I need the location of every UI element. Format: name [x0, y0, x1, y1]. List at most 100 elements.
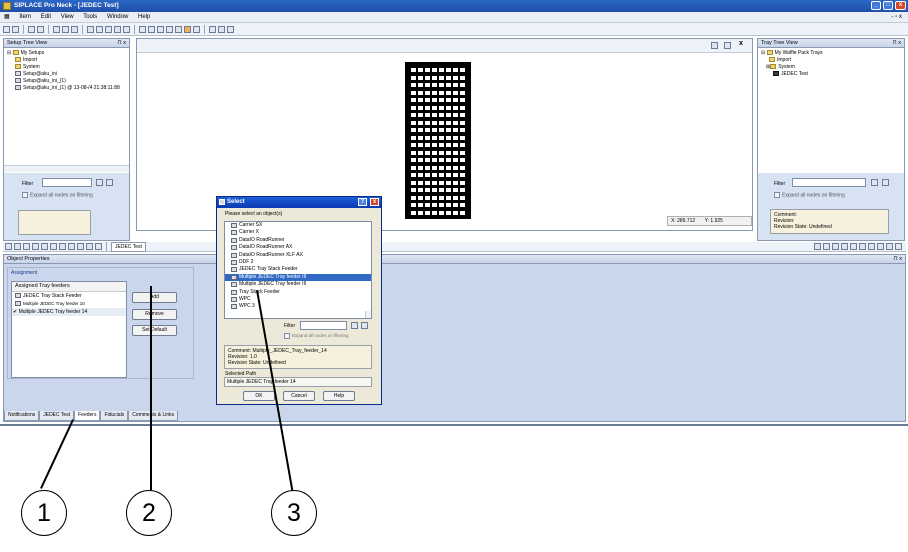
zoom-in-icon[interactable] — [139, 25, 146, 33]
vertical-scrollbar[interactable] — [365, 310, 371, 318]
menu-item[interactable]: Tools — [79, 12, 101, 23]
tool-icon[interactable] — [123, 25, 130, 33]
horizontal-scrollbar[interactable] — [4, 165, 129, 172]
zoom-window-icon[interactable] — [166, 25, 173, 33]
filter-apply-icon[interactable] — [351, 322, 358, 329]
menu-item[interactable]: Help — [134, 12, 154, 23]
edit-icon[interactable] — [28, 25, 35, 33]
tool-icon[interactable] — [814, 243, 821, 250]
tool-icon[interactable] — [32, 243, 39, 250]
pin-close-icon[interactable]: ⊓ x — [117, 39, 126, 48]
zoom-out-icon[interactable] — [148, 25, 155, 33]
tool-icon[interactable] — [14, 243, 21, 250]
select-icon[interactable] — [184, 25, 191, 33]
tool-icon[interactable] — [23, 243, 30, 250]
tree-item[interactable]: System — [7, 64, 126, 71]
zoom-fit-icon[interactable] — [157, 25, 164, 33]
tool-icon[interactable] — [41, 243, 48, 250]
open-icon[interactable] — [12, 25, 19, 33]
maximize-button[interactable]: □ — [883, 1, 893, 10]
list-item[interactable]: Multiple JEDEC Tray feeder 10 — [12, 300, 126, 308]
filter-clear-icon[interactable] — [882, 179, 889, 186]
tool-icon[interactable] — [886, 243, 893, 250]
close-icon[interactable]: x — [370, 198, 379, 206]
pencil-icon[interactable] — [37, 25, 44, 33]
filter-clear-icon[interactable] — [106, 179, 113, 186]
tool-icon[interactable] — [68, 243, 75, 250]
pin-close-icon[interactable]: ⊓ x — [892, 39, 901, 48]
filter-apply-icon[interactable] — [871, 179, 878, 186]
filter-input[interactable] — [300, 321, 347, 330]
close-icon[interactable]: x — [739, 40, 743, 47]
tool-icon[interactable] — [850, 243, 857, 250]
copy-icon[interactable] — [71, 25, 78, 33]
document-tab[interactable]: JEDEC Test — [111, 241, 146, 252]
tool-icon[interactable] — [86, 243, 93, 250]
undo-icon[interactable] — [53, 25, 60, 33]
list-item[interactable]: Carrier X — [225, 229, 371, 236]
menu-item[interactable]: Window — [103, 12, 132, 23]
tool-icon[interactable] — [895, 243, 902, 250]
list-item-selected[interactable]: Multiple JEDEC Tray feeder III — [225, 273, 371, 282]
tree-item[interactable]: Import — [7, 57, 126, 64]
print-icon[interactable] — [209, 25, 216, 33]
tool-icon[interactable] — [5, 243, 12, 250]
tab-comments-links[interactable]: Comments & Links — [128, 411, 179, 421]
tool-icon[interactable] — [859, 243, 866, 250]
tool-icon[interactable] — [868, 243, 875, 250]
filter-input[interactable] — [792, 178, 866, 187]
list-item[interactable]: DataIO RoadRunner — [225, 237, 371, 244]
tool-icon[interactable] — [841, 243, 848, 250]
tree-item[interactable]: Setup@aku_ini — [7, 71, 126, 78]
list-item[interactable]: JEDEC Tray Stack Feeder — [12, 292, 126, 300]
list-item[interactable]: ✔ Multiple JEDEC Tray feeder 14 — [12, 308, 126, 316]
ok-button[interactable]: OK — [243, 391, 275, 401]
list-item[interactable]: DDF 2 — [225, 259, 371, 266]
zoom-icon[interactable] — [711, 42, 718, 49]
list-item[interactable]: JEDEC Tray Stack Feeder — [225, 266, 371, 273]
expand-checkbox[interactable]: Expand all nodes on filtering — [774, 192, 845, 198]
remove-button[interactable]: Remove — [132, 309, 177, 320]
tab-jedec-test[interactable]: JEDEC Test — [39, 411, 75, 421]
list-item[interactable]: WPC — [225, 296, 371, 303]
tree-item[interactable]: ⊟ My Setups — [7, 50, 126, 57]
tool-icon[interactable] — [823, 243, 830, 250]
close-button[interactable]: x — [895, 1, 906, 10]
tool-icon[interactable] — [59, 243, 66, 250]
set-default-button[interactable]: Set Default — [132, 325, 177, 336]
tree-item[interactable]: Setup@aku_ini_(1) — [7, 78, 126, 85]
properties-icon[interactable] — [218, 25, 225, 33]
list-item[interactable]: DataIO RoadRunner AX — [225, 244, 371, 251]
add-button[interactable]: Add — [132, 292, 177, 303]
import-icon[interactable] — [87, 25, 94, 33]
grid-icon[interactable] — [193, 25, 200, 33]
list-item[interactable]: Multiple JEDEC Tray feeder III — [225, 281, 371, 288]
tool-icon[interactable] — [877, 243, 884, 250]
menu-app-icon[interactable]: ▦ — [0, 12, 14, 23]
filter-apply-icon[interactable] — [96, 179, 103, 186]
tool-icon[interactable] — [50, 243, 57, 250]
expand-checkbox[interactable]: Expand all nodes on filtering — [22, 192, 93, 198]
new-icon[interactable] — [3, 25, 10, 33]
help-button[interactable]: Help — [323, 391, 355, 401]
tool-icon[interactable] — [95, 243, 102, 250]
redo-icon[interactable] — [62, 25, 69, 33]
tab-notifications[interactable]: Notifications — [4, 411, 40, 421]
assigned-feeders-list[interactable]: Assigned Tray feeders JEDEC Tray Stack F… — [11, 281, 127, 378]
print-icon[interactable] — [724, 42, 731, 49]
help-icon[interactable]: ? — [358, 198, 367, 206]
tree-item[interactable]: JEDEC Test — [761, 71, 901, 78]
cancel-button[interactable]: Cancel — [283, 391, 315, 401]
tree-item[interactable]: Import — [761, 57, 901, 64]
list-item[interactable]: WPC 3 — [225, 303, 371, 310]
minimize-button[interactable]: _ — [871, 1, 881, 10]
tool-icon[interactable] — [832, 243, 839, 250]
list-item[interactable]: Carrier SX — [225, 222, 371, 229]
tool-icon[interactable] — [105, 25, 112, 33]
jedec-tray-graphic[interactable] — [405, 62, 471, 219]
tool-icon[interactable] — [77, 243, 84, 250]
menu-item[interactable]: Edit — [37, 12, 55, 23]
mdi-controls[interactable]: - ▫ x — [892, 12, 902, 23]
tab-fiducials[interactable]: Fiducials — [100, 411, 129, 421]
list-item[interactable]: Tray Stack Feeder — [225, 289, 371, 296]
